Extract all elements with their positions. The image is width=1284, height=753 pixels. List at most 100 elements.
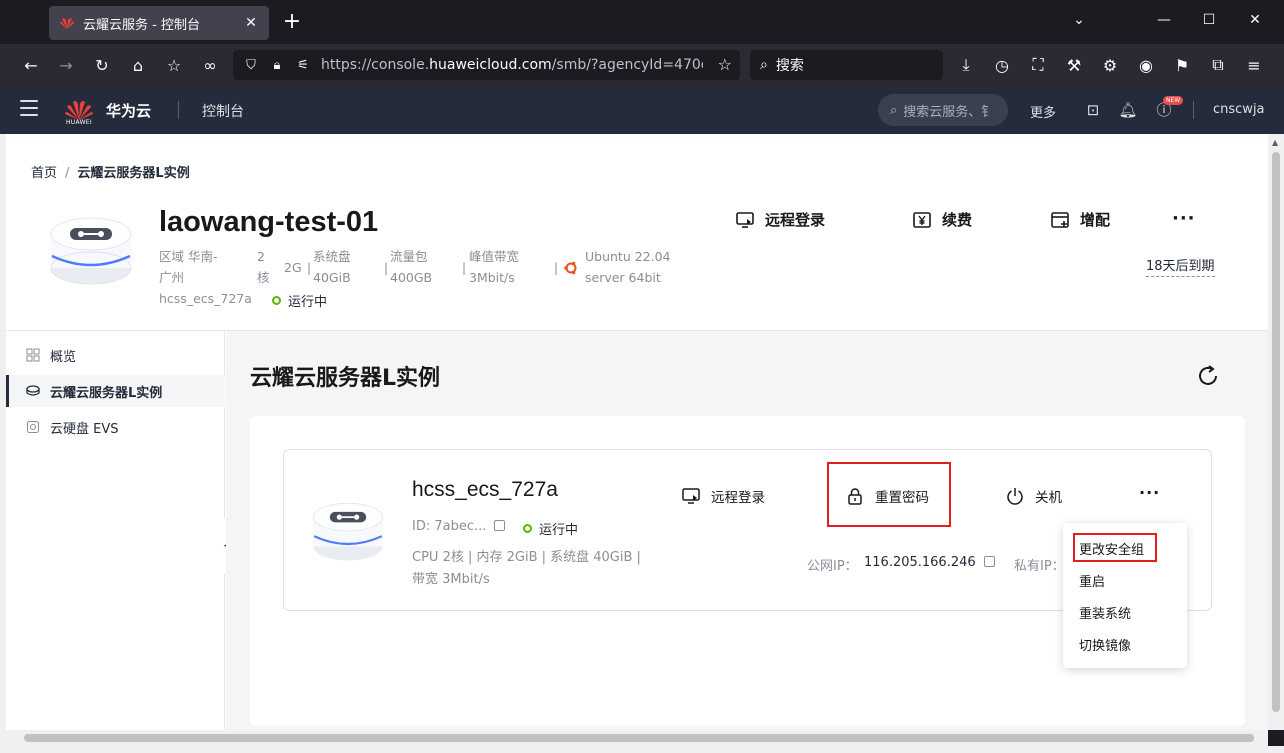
horizontal-scrollbar[interactable] <box>6 730 1268 746</box>
card-spec-line2: 带宽 3Mbit/s <box>412 572 490 587</box>
search-icon: ⌕ <box>890 102 898 118</box>
browser-search-input[interactable]: ⌕ 搜索 <box>750 50 943 80</box>
ubuntu-icon <box>564 261 577 275</box>
breadcrumb-separator: / <box>65 166 70 181</box>
minimize-icon[interactable]: — <box>1154 12 1174 28</box>
shutdown-button[interactable]: 关机 <box>1005 486 1062 506</box>
home-icon[interactable]: ⌂ <box>127 54 149 76</box>
disk-icon <box>27 421 39 433</box>
lock-icon[interactable]: 🔒︎ <box>269 58 285 73</box>
upgrade-button[interactable]: 增配 <box>1050 209 1110 230</box>
vertical-scroll-thumb[interactable] <box>1272 152 1280 712</box>
tab-list-chevron-icon[interactable]: ⌄ <box>1069 12 1089 28</box>
reset-password-highlight <box>827 462 951 527</box>
settings-gear-icon[interactable]: ⚙ <box>1099 54 1121 76</box>
tab-title: 云耀云服务 - 控制台 <box>83 17 200 33</box>
cloud-search-input[interactable]: ⌕ 搜索云服务、钅 <box>878 94 1008 126</box>
window-frame <box>0 134 6 753</box>
back-icon[interactable]: ← <box>20 54 42 76</box>
scroll-up-icon[interactable]: ▲ <box>1272 138 1278 147</box>
grid-icon <box>26 348 40 362</box>
card-more-actions-icon[interactable]: ··· <box>1139 483 1160 502</box>
brand-name[interactable]: 华为云 <box>106 100 151 121</box>
extension-flag-icon[interactable]: ⚑ <box>1171 54 1193 76</box>
expire-notice[interactable]: 18天后到期 <box>1146 255 1215 277</box>
wrench-icon[interactable]: ⚒ <box>1063 54 1085 76</box>
download-icon[interactable]: ⤓ <box>955 54 977 76</box>
remote-login-button[interactable]: 远程登录 <box>735 209 825 230</box>
copy-icon[interactable] <box>494 520 506 531</box>
shield-icon[interactable]: ⛉ <box>243 58 259 73</box>
horizontal-scroll-thumb[interactable] <box>24 734 1254 742</box>
vertical-scrollbar[interactable]: ▲ <box>1268 134 1284 730</box>
url-text[interactable]: https://console.huaweicloud.com/smb/?age… <box>321 57 703 73</box>
breadcrumb-current: 云耀云服务器L实例 <box>77 166 190 181</box>
url-bar[interactable]: ⛉ 🔒︎ ⚟ https://console.huaweicloud.com/s… <box>233 50 740 80</box>
sidebar-item-l-instance[interactable]: 云耀云服务器L实例 <box>6 375 225 407</box>
profile-avatar-icon[interactable]: ◉ <box>1135 54 1157 76</box>
meta-divider: | <box>462 261 467 275</box>
huawei-favicon-icon <box>60 18 74 29</box>
server-illustration-icon <box>50 217 132 285</box>
private-mask-icon[interactable]: ∞ <box>199 54 221 76</box>
card-remote-login-button[interactable]: 远程登录 <box>681 486 765 506</box>
card-instance-name[interactable]: hcss_ecs_727a <box>412 478 558 502</box>
maximize-icon[interactable]: ☐ <box>1199 12 1219 28</box>
sidebar-item-overview[interactable]: 概览 <box>6 339 225 371</box>
console-header: HUAWEI 华为云 控制台 ⌕ 搜索云服务、钅 更多 ⊡ 🔔︎ ⓘ NEW c… <box>0 86 1284 134</box>
renew-button[interactable]: 续费 <box>912 209 972 230</box>
instance-name: laowang-test-01 <box>159 206 379 238</box>
breadcrumb-home[interactable]: 首页 <box>31 166 57 181</box>
screenshot-icon[interactable]: ⛶ <box>1027 54 1049 76</box>
server-icon <box>26 385 40 396</box>
reload-icon[interactable]: ↻ <box>91 54 113 76</box>
terminal-icon[interactable]: ⊡ <box>1083 100 1103 120</box>
tab-close-icon[interactable]: ✕ <box>243 15 259 31</box>
search-icon: ⌕ <box>760 57 768 73</box>
menu-item-switch-image[interactable]: 切换镜像 <box>1079 635 1131 654</box>
region-meta: 区域 华南- 广州 <box>159 249 218 285</box>
bell-icon[interactable]: 🔔︎ <box>1118 100 1138 120</box>
security-group-highlight <box>1073 533 1157 562</box>
username[interactable]: cnscwja <box>1213 102 1265 117</box>
card-spec-line1: CPU 2核 | 内存 2GiB | 系统盘 40GiB | <box>412 550 641 565</box>
refresh-icon[interactable] <box>1195 363 1221 389</box>
header-divider <box>178 101 179 119</box>
extensions-puzzle-icon[interactable]: ⧉ <box>1207 54 1229 76</box>
os-meta: Ubuntu 22.04 server 64bit <box>585 249 671 285</box>
meta-divider: | <box>307 261 312 275</box>
hamburger-menu-icon[interactable] <box>20 100 38 118</box>
new-tab-icon[interactable]: + <box>281 10 303 34</box>
more-menu[interactable]: 更多 <box>1030 102 1056 121</box>
browser-tabbar: 云耀云服务 - 控制台 ✕ + ⌄ — ☐ ✕ <box>0 0 1284 44</box>
history-icon[interactable]: ◷ <box>991 54 1013 76</box>
sidebar-item-evs[interactable]: 云硬盘 EVS <box>6 411 225 443</box>
traffic-meta: 流量包 400GB <box>390 249 433 285</box>
sidebar: 概览 云耀云服务器L实例 云硬盘 EVS <box>6 331 225 730</box>
card-instance-id: ID: 7abec... <box>412 519 506 534</box>
menu-item-restart[interactable]: 重启 <box>1079 571 1105 590</box>
browser-tab[interactable]: 云耀云服务 - 控制台 ✕ <box>49 6 269 40</box>
new-badge: NEW <box>1163 96 1184 105</box>
window-frame <box>0 746 1284 753</box>
window-close-icon[interactable]: ✕ <box>1245 12 1265 28</box>
card-status: 运行中 <box>523 519 578 538</box>
breadcrumb: 首页 / 云耀云服务器L实例 <box>31 162 190 181</box>
meta-divider: | <box>554 261 559 275</box>
bookmark-star-icon[interactable]: ☆ <box>718 55 732 74</box>
bandwidth-meta: 峰值带宽 3Mbit/s <box>469 249 520 285</box>
section-title: 云耀云服务器L实例 <box>250 366 441 391</box>
permissions-icon[interactable]: ⚟ <box>295 58 311 73</box>
console-link[interactable]: 控制台 <box>202 101 244 121</box>
public-ip-label: 公网IP： <box>807 559 858 574</box>
extension-star-icon[interactable]: ☆ <box>163 54 185 76</box>
disk-meta: 系统盘 40GiB <box>313 249 351 285</box>
more-actions-icon[interactable]: ··· <box>1172 208 1196 229</box>
public-ip: 116.205.166.246 <box>864 555 995 570</box>
upgrade-icon <box>1051 211 1069 228</box>
menu-icon[interactable]: ≡ <box>1243 54 1265 76</box>
more-actions-dropdown: 更改安全组 重启 重装系统 切换镜像 <box>1063 523 1187 668</box>
forward-icon[interactable]: → <box>55 54 77 76</box>
menu-item-reinstall[interactable]: 重装系统 <box>1079 603 1131 622</box>
copy-icon[interactable] <box>983 556 995 567</box>
